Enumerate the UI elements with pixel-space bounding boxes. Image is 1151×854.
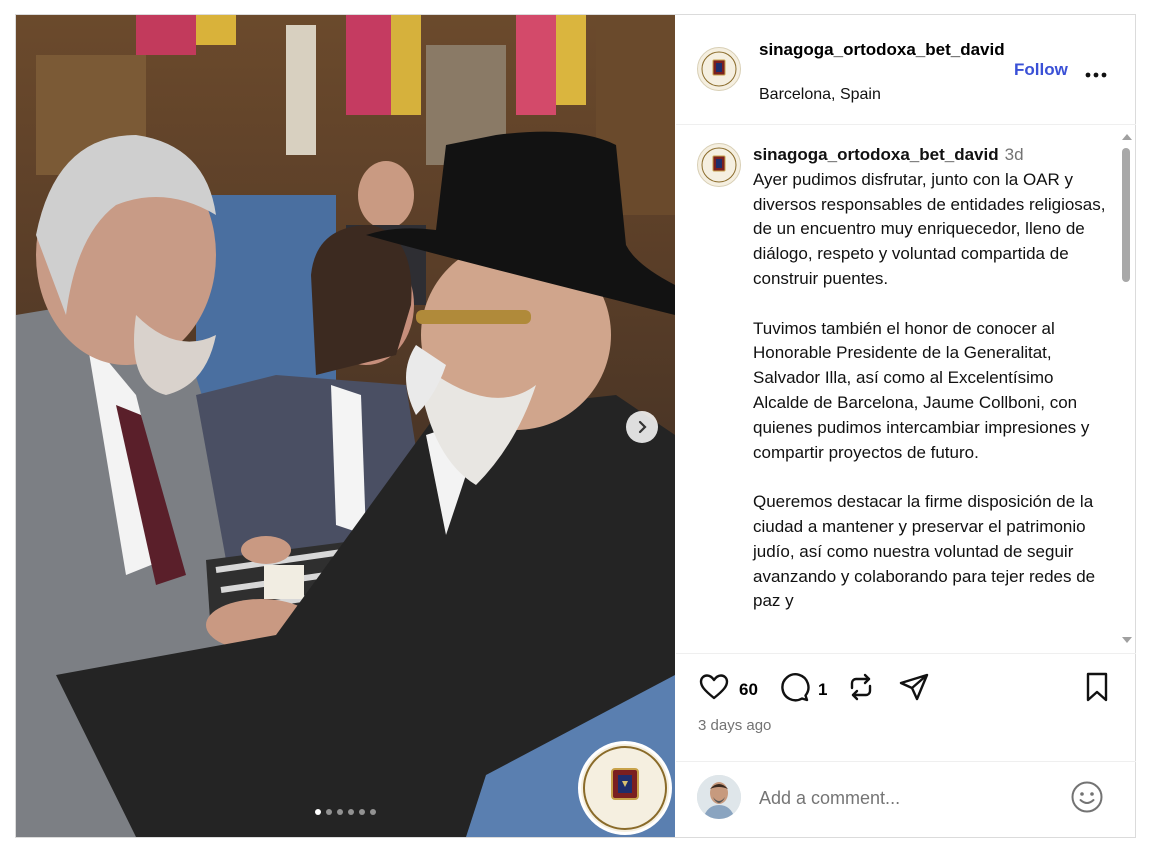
next-slide-button[interactable] <box>626 411 658 443</box>
comment-count[interactable]: 1 <box>818 680 827 700</box>
caption-author-avatar[interactable] <box>697 143 741 187</box>
post-media[interactable] <box>16 15 675 837</box>
slide-dot <box>370 809 376 815</box>
author-username[interactable]: sinagoga_ortodoxa_bet_david <box>759 37 1014 62</box>
caption-timestamp[interactable]: 3d <box>1005 145 1024 164</box>
like-button[interactable] <box>698 671 730 708</box>
comment-icon <box>781 673 810 702</box>
share-icon <box>899 673 929 701</box>
follow-button[interactable]: Follow <box>1014 60 1068 80</box>
smiley-icon <box>1071 781 1103 813</box>
user-photo <box>697 775 741 819</box>
slide-dot <box>326 809 332 815</box>
like-count[interactable]: 60 <box>739 680 758 700</box>
emoji-button[interactable] <box>1070 780 1104 819</box>
slide-dot <box>359 809 365 815</box>
centro-bet-david-logo <box>583 746 667 830</box>
scroll-thumb[interactable] <box>1122 148 1130 282</box>
caption-paragraph: Tuvimos también el honor de conocer al H… <box>753 318 1090 462</box>
post-date[interactable]: 3 days ago <box>698 717 771 734</box>
post-header: sinagoga_ortodoxa_bet_david Barcelona, S… <box>676 15 1136 125</box>
caption-scrollbar[interactable] <box>1118 126 1134 653</box>
bookmark-icon <box>1086 672 1108 702</box>
save-button[interactable] <box>1082 671 1112 708</box>
heart-icon <box>699 674 729 700</box>
centro-bet-david-watermark <box>578 741 672 835</box>
caption-paragraph: Ayer pudimos disfrutar, junto con la OAR… <box>753 169 1106 288</box>
caption-section: sinagoga_ortodoxa_bet_david 3d Ayer pudim… <box>676 126 1136 654</box>
slide-dot <box>337 809 343 815</box>
centro-bet-david-logo <box>701 147 737 183</box>
caption-username[interactable]: sinagoga_ortodoxa_bet_david <box>753 145 999 164</box>
slide-indicator <box>16 809 675 815</box>
comment-input[interactable] <box>759 788 1059 809</box>
slide-dot <box>348 809 354 815</box>
scroll-up-arrow[interactable] <box>1122 134 1132 140</box>
more-icon <box>1085 72 1107 78</box>
comment-button[interactable] <box>778 671 810 708</box>
post-actions: 60 1 <box>676 665 1136 711</box>
post-details-panel: sinagoga_ortodoxa_bet_david Barcelona, S… <box>676 15 1136 837</box>
more-options-button[interactable] <box>1084 59 1108 85</box>
post-photo <box>16 15 675 837</box>
caption-paragraph: Queremos destacar la firme disposición d… <box>753 492 1096 611</box>
comment-composer <box>676 761 1136 837</box>
post-modal: sinagoga_ortodoxa_bet_david Barcelona, S… <box>15 14 1136 838</box>
share-button[interactable] <box>898 671 930 708</box>
caption-text: sinagoga_ortodoxa_bet_david 3d Ayer pudim… <box>753 143 1108 639</box>
repost-button[interactable] <box>845 671 877 708</box>
author-avatar[interactable] <box>697 47 741 91</box>
scroll-down-arrow[interactable] <box>1122 637 1132 643</box>
current-user-avatar[interactable] <box>697 775 741 819</box>
chevron-right-icon <box>638 420 647 434</box>
repost-icon <box>850 673 872 701</box>
slide-dot <box>315 809 321 815</box>
post-location[interactable]: Barcelona, Spain <box>759 86 881 104</box>
centro-bet-david-logo <box>701 51 737 87</box>
